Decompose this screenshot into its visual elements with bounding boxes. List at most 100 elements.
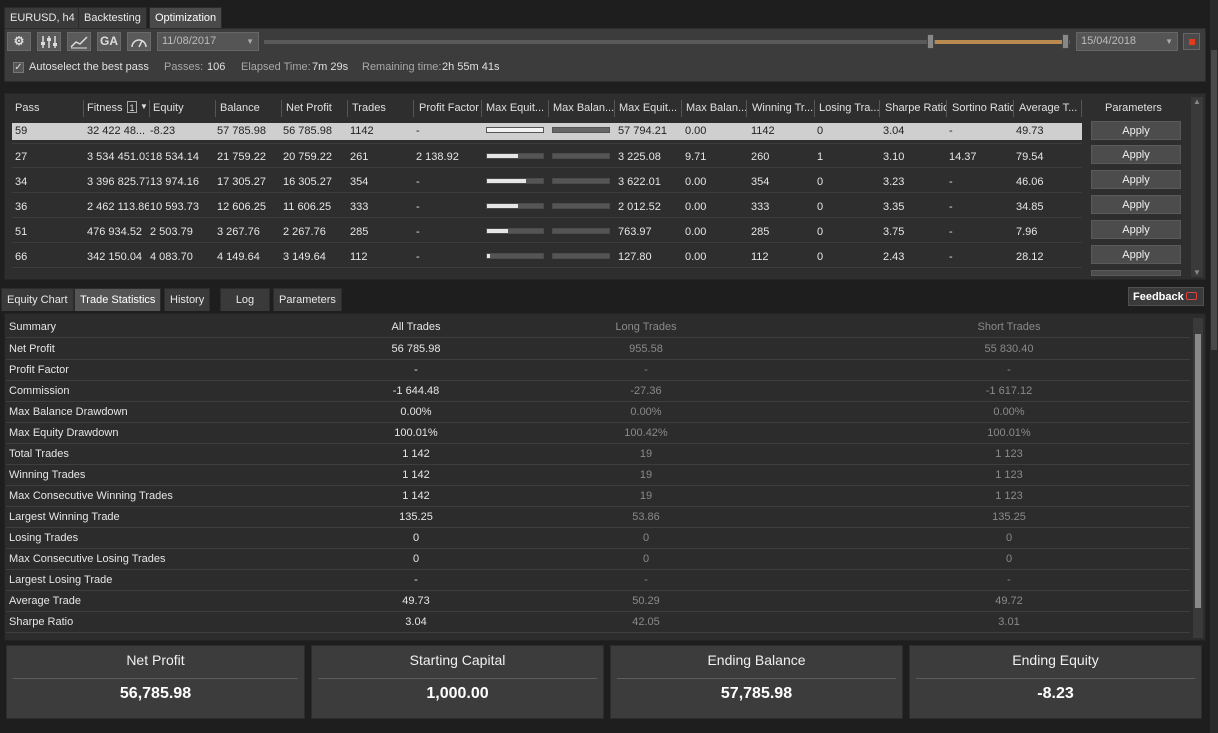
feedback-label: Feedback [1133,291,1184,303]
column-header[interactable]: Trades [352,100,414,116]
stat-long-trades: 53.86 [632,511,660,523]
column-separator [614,100,615,117]
column-header[interactable]: Max Balan... [553,100,615,116]
table-row[interactable]: 34 3 396 825.77 13 974.16 17 305.27 16 305.2… [12,172,1082,192]
column-header[interactable]: Sortino Ratio [952,100,1014,116]
column-header[interactable]: Max Equit... [619,100,681,116]
cell-equity: 4 083.70 [150,251,193,263]
tab-eurusd-h4[interactable]: EURUSD, h4 [4,7,81,28]
row-divider [12,242,1082,243]
stats-row: Winning Trades 1 142 19 1 123 [6,465,1190,486]
column-header[interactable]: Average T... [1019,100,1081,116]
tab-backtesting[interactable]: Backtesting [78,7,147,28]
remaining-value: 2h 55m 41s [442,61,500,73]
stat-label: Commission [9,385,70,397]
scroll-up-icon[interactable]: ▲ [1193,97,1201,106]
table-row[interactable]: 51 476 934.52 2 503.79 3 267.76 2 267.76 285 -… [12,222,1082,242]
tab-history[interactable]: History [164,288,211,311]
apply-button[interactable]: Apply [1091,145,1181,164]
cell-balance: 57 785.98 [217,125,266,137]
stats-header-row: Summary All Trades Long Trades Short Trades [6,317,1190,338]
card-value: 1,000.00 [426,685,489,702]
stat-label: Largest Winning Trade [9,511,120,523]
sort-desc-icon[interactable]: ▼ [140,102,148,111]
apply-button[interactable] [1091,270,1181,276]
equity-chart-button[interactable] [67,32,91,51]
start-date-select[interactable]: 11/08/2017 ▼ [157,32,259,51]
slider-end-handle[interactable] [1062,34,1069,49]
column-header[interactable]: Equity [153,100,215,116]
stat-label: Largest Losing Trade [9,574,113,586]
drawdown-bar-fill [487,254,490,258]
cell-net-profit: 2 267.76 [283,226,326,238]
cell-fitness: 476 934.52 [87,226,143,238]
table-row[interactable]: 59 32 422 48... -8.23 57 785.98 56 785.98 114… [12,123,1082,140]
cell-sharpe: 3.10 [883,151,905,163]
stat-long-trades: 19 [639,490,653,502]
passes-label: Passes: [164,61,204,73]
stats-header-2: Long Trades [615,321,677,333]
feedback-button[interactable]: Feedback [1128,287,1204,306]
drawdown-bar-fill [487,154,518,158]
column-header[interactable]: Balance [220,100,282,116]
apply-button[interactable]: Apply [1091,121,1181,140]
apply-button[interactable]: Apply [1091,220,1181,239]
stat-all-trades: 1 142 [402,448,430,460]
slider-start-handle[interactable] [927,34,934,49]
gear-icon: ⚙ [13,34,25,48]
cell-max-balance: 0.00 [685,251,707,263]
cell-max-equity: 763.97 [618,226,652,238]
column-header[interactable]: Net Profit [286,100,348,116]
stop-button[interactable] [1183,33,1200,50]
stats-row: Max Equity Drawdown 100.01% 100.42% 100.01% [6,423,1190,444]
stats-scrollbar-thumb[interactable] [1195,334,1201,608]
column-header[interactable]: Parameters [1105,100,1185,116]
cell-max-balance: 9.71 [685,151,707,163]
tab-equity-chart[interactable]: Equity Chart [1,288,74,311]
cell-balance: 12 606.25 [217,201,266,213]
stats-row: Max Consecutive Losing Trades 0 0 0 [6,549,1190,570]
start-date-value: 11/08/2017 [162,35,217,47]
speed-button[interactable] [127,32,151,51]
cell-pass: 36 [15,201,28,213]
cell-net-profit: 16 305.27 [283,176,332,188]
table-row[interactable]: 66 342 150.04 4 083.70 4 149.64 3 149.64 112 -… [12,247,1082,267]
drawdown-bar-fill [487,204,518,208]
window-scrollbar-thumb[interactable] [1211,50,1217,350]
column-header[interactable]: Profit Factor [419,100,481,116]
column-header[interactable]: Pass [15,100,77,116]
cell-winning: 285 [751,226,770,238]
column-header[interactable]: Losing Tra... [819,100,881,116]
stat-all-trades: 49.73 [402,595,430,607]
tab-parameters[interactable]: Parameters [273,288,342,311]
apply-button[interactable]: Apply [1091,195,1181,214]
genetic-algorithm-button[interactable]: GA [97,32,121,51]
results-scrollbar[interactable] [1191,97,1203,277]
tab-optimization[interactable]: Optimization [149,7,223,28]
parameters-button[interactable] [37,32,61,51]
stat-short-trades: -1 617.12 [985,385,1033,397]
tab-log[interactable]: Log [220,288,270,311]
apply-button[interactable]: Apply [1091,245,1181,264]
column-header[interactable]: Max Balan... [686,100,748,116]
scroll-down-icon[interactable]: ▼ [1193,268,1201,277]
autoselect-checkbox[interactable]: ✓ [13,62,24,73]
end-date-select[interactable]: 15/04/2018 ▼ [1076,32,1178,51]
stat-label: Sharpe Ratio [9,616,74,628]
column-separator [879,100,880,117]
apply-button[interactable]: Apply [1091,170,1181,189]
tab-trade-statistics[interactable]: Trade Statistics [74,288,162,311]
column-separator [215,100,216,117]
stat-short-trades: 1 123 [995,448,1023,460]
table-row[interactable]: 36 2 462 113.86 10 593.73 12 606.25 11 606.2… [12,197,1082,217]
card-title: Starting Capital [409,652,506,668]
column-header[interactable]: Max Equit... [486,100,548,116]
column-header[interactable]: Winning Tr... [752,100,814,116]
column-separator [149,100,150,117]
table-row[interactable]: 27 3 534 451.03 18 534.14 21 759.22 20 759.2… [12,147,1082,167]
column-header[interactable]: Sharpe Ratio [885,100,947,116]
ending-balance-card: Ending Balance 57,785.98 [610,645,903,719]
card-title: Ending Equity [1012,652,1099,668]
settings-button[interactable]: ⚙ [7,32,31,51]
stat-label: Average Trade [9,595,81,607]
